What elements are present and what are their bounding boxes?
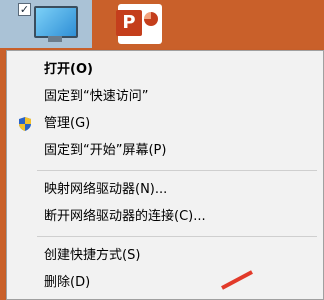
menu-item-map-network-drive[interactable]: 映射网络驱动器(N)... bbox=[7, 177, 323, 203]
uac-shield-icon bbox=[19, 117, 31, 131]
menu-item-create-shortcut[interactable]: 创建快捷方式(S) bbox=[7, 243, 323, 269]
menu-item-delete[interactable]: 删除(D) bbox=[7, 270, 323, 296]
menu-item-label: 创建快捷方式(S) bbox=[44, 248, 141, 263]
menu-item-label: 删除(D) bbox=[44, 275, 91, 290]
menu-item-open[interactable]: 打开(O) bbox=[7, 57, 323, 83]
menu-item-label: 固定到“快速访问” bbox=[44, 89, 149, 104]
menu-item-label: 固定到“开始”屏幕(P) bbox=[44, 143, 167, 158]
menu-item-pin-start[interactable]: 固定到“开始”屏幕(P) bbox=[7, 138, 323, 164]
pie-chart-icon bbox=[144, 12, 158, 26]
monitor-stand-icon bbox=[48, 36, 62, 42]
menu-item-label: 管理(G) bbox=[44, 116, 91, 131]
powerpoint-desktop-icon[interactable]: P bbox=[100, 0, 174, 48]
menu-item-manage[interactable]: 管理(G) bbox=[7, 111, 323, 137]
selection-checkbox[interactable]: ✓ bbox=[18, 3, 31, 16]
menu-item-pin-quick-access[interactable]: 固定到“快速访问” bbox=[7, 84, 323, 110]
menu-item-label: 打开(O) bbox=[44, 62, 93, 77]
this-pc-desktop-icon[interactable]: ✓ bbox=[0, 0, 92, 48]
menu-item-disconnect-network-drive[interactable]: 断开网络驱动器的连接(C)... bbox=[7, 204, 323, 230]
menu-item-label: 断开网络驱动器的连接(C)... bbox=[44, 209, 206, 224]
monitor-icon bbox=[34, 6, 78, 38]
context-menu: 打开(O) 固定到“快速访问” 管理(G) 固定到“开始”屏幕(P) 映射网络驱… bbox=[6, 50, 324, 300]
powerpoint-badge-icon: P bbox=[116, 10, 142, 36]
menu-separator bbox=[37, 236, 317, 237]
menu-separator bbox=[37, 170, 317, 171]
menu-item-label: 映射网络驱动器(N)... bbox=[44, 182, 168, 197]
